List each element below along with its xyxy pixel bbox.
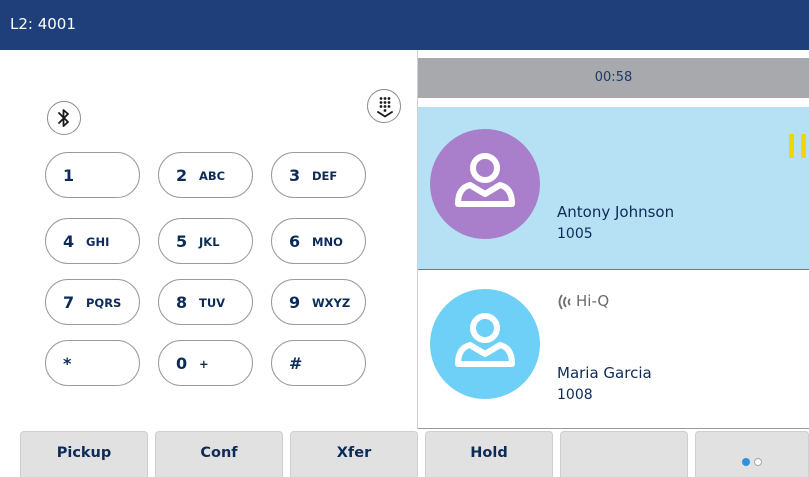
dial-key-1[interactable]: 1 [45,152,140,198]
key-letters: + [199,357,209,371]
caller-number: 1008 [557,387,593,403]
key-letters: MNO [312,235,343,249]
key-letters: WXYZ [312,296,351,310]
hold-icon [789,134,806,158]
contact-avatar [430,129,540,239]
key-digit: 2 [176,166,188,185]
key-letters: ABC [199,169,226,183]
caller-name: Antony Johnson [557,203,675,221]
dial-key-9[interactable]: 9 WXYZ [271,279,366,325]
softkey-label: Conf [200,445,238,461]
softkey-label: Hold [470,445,508,461]
softkey-xfer[interactable]: Xfer [290,431,418,477]
hiq-audio-icon [558,293,571,310]
key-letters: TUV [199,296,226,310]
softkey-bar: Pickup Conf Xfer Hold [0,429,809,477]
keypad-collapse-icon [377,97,393,118]
contact-avatar-icon [455,153,515,207]
status-header: L2: 4001 [0,0,809,50]
dial-key-0[interactable]: 0 + [158,340,253,386]
call-timer-bar: 00:58 [418,58,809,98]
dial-key-7[interactable]: 7 PQRS [45,279,140,325]
key-digit: 8 [176,293,188,312]
bluetooth-icon [58,109,69,127]
caller-number: 1005 [557,226,593,242]
dial-key-star[interactable]: * [45,340,140,386]
key-digit: 1 [63,166,75,185]
contact-avatar [430,289,540,399]
key-letters: DEF [312,169,338,183]
softkey-hold[interactable]: Hold [425,431,553,477]
key-digit: 9 [289,293,301,312]
call-timer: 00:58 [594,70,633,85]
call-item-active[interactable]: Antony Johnson 1005 [418,107,809,270]
page-indicator [740,451,764,470]
call-item[interactable]: Hi-Q Maria Garcia 1008 [418,274,809,429]
dial-key-6[interactable]: 6 MNO [271,218,366,264]
softkey-label: Pickup [56,445,112,461]
dial-key-5[interactable]: 5 JKL [158,218,253,264]
key-digit: 6 [289,232,301,251]
caller-name: Maria Garcia [557,364,652,382]
softkey-more[interactable] [695,431,809,477]
dial-key-3[interactable]: 3 DEF [271,152,366,198]
key-digit: 3 [289,166,301,185]
softkey-pickup[interactable]: Pickup [20,431,148,477]
key-digit: 7 [63,293,75,312]
page-dot [754,458,762,466]
dial-key-8[interactable]: 8 TUV [158,279,253,325]
contact-avatar-icon [455,313,515,367]
softkey-blank[interactable] [560,431,688,477]
line-title: L2: 4001 [10,15,76,33]
key-digit: # [289,354,303,373]
dial-key-4[interactable]: 4 GHI [45,218,140,264]
key-digit: * [63,354,72,373]
hiq-badge: Hi-Q [556,292,609,311]
dial-key-hash[interactable]: # [271,340,366,386]
key-letters: PQRS [86,296,122,310]
key-letters: GHI [86,235,110,249]
key-digit: 4 [63,232,75,251]
hiq-label: Hi-Q [576,292,610,310]
softkey-label: Xfer [336,445,372,461]
dial-key-2[interactable]: 2 ABC [158,152,253,198]
key-digit: 5 [176,232,188,251]
page-dot-active [742,458,750,466]
keypad-toggle-button[interactable] [367,89,401,123]
key-letters: JKL [199,235,220,249]
bluetooth-button[interactable] [47,101,81,135]
key-digit: 0 [176,354,188,373]
phone-screen: L2: 4001 1 2 ABC 3 DEF 4 GHI 5 JKL 6 MNO… [0,0,809,477]
softkey-conf[interactable]: Conf [155,431,283,477]
